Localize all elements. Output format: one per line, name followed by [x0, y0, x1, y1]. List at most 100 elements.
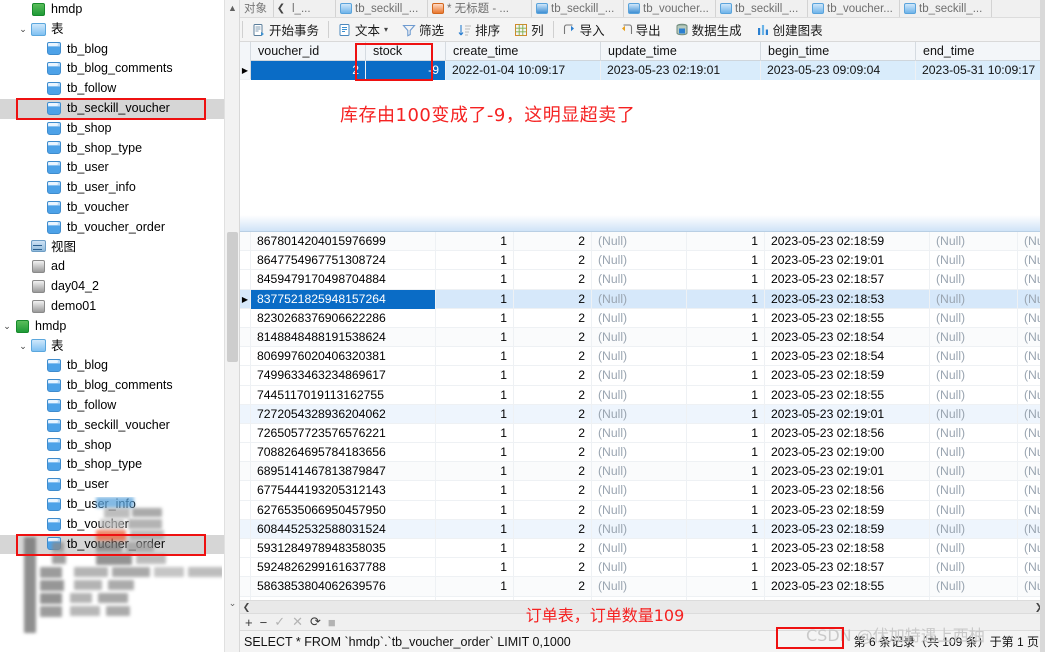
cell-6[interactable]: (Null) [930, 462, 1018, 482]
cell-0[interactable]: 8377521825948157264 [251, 289, 436, 309]
apply-change-button[interactable]: ✓ [274, 614, 285, 630]
sidebar-scroll-thumb[interactable] [227, 232, 238, 362]
cell-5[interactable]: 2023-05-23 02:18:58 [765, 539, 930, 559]
cell-2[interactable]: 2 [514, 347, 592, 367]
table-row[interactable]: 8647754967751308724 1 2 (Null) 1 2023-05-23 0… [240, 251, 1045, 271]
cell-0[interactable]: 8069976020406320381 [251, 347, 436, 367]
tree-item-tb_shop_type[interactable]: tb_shop_type [0, 139, 239, 159]
cell-2[interactable]: 2 [514, 270, 592, 290]
cell-5[interactable]: 2023-05-23 02:19:01 [765, 462, 930, 482]
tab-0[interactable]: l_... [288, 0, 336, 17]
tree-item-tb_shop_type[interactable]: tb_shop_type [0, 455, 239, 475]
tab-7[interactable]: tb_seckill_... [900, 0, 992, 17]
tree-item-[interactable]: ⌄ 表 [0, 20, 239, 40]
editor-tabbar[interactable]: 对象 ❮ l_... tb_seckill_... * 无标题 - ... tb_se… [240, 0, 1045, 18]
cell-2[interactable]: 2 [514, 366, 592, 386]
cell-3[interactable]: (Null) [592, 423, 687, 444]
tree-item-tb_shop[interactable]: tb_shop [0, 436, 239, 456]
cell-4[interactable]: 1 [687, 308, 765, 328]
column-header-begin_time[interactable]: begin_time [761, 42, 916, 61]
cell-1[interactable]: 1 [436, 366, 514, 386]
tree-item-tb_follow[interactable]: tb_follow [0, 79, 239, 99]
cell-3[interactable]: (Null) [592, 500, 687, 520]
tab-5[interactable]: tb_seckill_... [716, 0, 808, 17]
cell-5[interactable]: 2023-05-23 02:18:55 [765, 308, 930, 328]
tab-scroll-left-icon[interactable]: ❮ [274, 3, 288, 14]
tree-item-tb_voucher_order[interactable]: tb_voucher_order [0, 218, 239, 238]
cell-3[interactable]: (Null) [592, 519, 687, 539]
tree-item-tb_blog[interactable]: tb_blog [0, 356, 239, 376]
cell-2[interactable]: 2 [514, 423, 592, 444]
voucher-order-grid-body[interactable]: 8678014204015976699 1 2 (Null) 1 2023-05-23 0… [240, 232, 1045, 600]
database-tree[interactable]: hmdp ⌄ 表 tb_blog tb_blog_comments tb_follow tb… [0, 0, 239, 555]
chevron-down-icon[interactable]: ▾ [384, 25, 388, 34]
tree-item-tb_blog[interactable]: tb_blog [0, 40, 239, 60]
cell-5[interactable]: 2023-05-23 02:18:54 [765, 327, 930, 348]
cell-0[interactable]: 8230268376906622286 [251, 308, 436, 328]
tab-1[interactable]: tb_seckill_... [336, 0, 428, 17]
column-header-update_time[interactable]: update_time [601, 42, 761, 61]
cell-2[interactable]: 2 [514, 404, 592, 424]
cell-3[interactable]: (Null) [592, 289, 687, 309]
cell-0[interactable]: 8647754967751308724 [251, 251, 436, 271]
cell-0[interactable]: 6775444193205312143 [251, 481, 436, 501]
cell-4[interactable]: 1 [687, 577, 765, 597]
cell-1[interactable]: 1 [436, 289, 514, 309]
cell-6[interactable]: (Null) [930, 347, 1018, 367]
tree-item-tb_user[interactable]: tb_user [0, 475, 239, 495]
tab-list[interactable]: l_... tb_seckill_... * 无标题 - ... tb_seckill… [288, 0, 992, 17]
cell-0[interactable]: 7445117019113162755 [251, 385, 436, 405]
tree-item-day04_2[interactable]: day04_2 [0, 277, 239, 297]
cell-voucher_id[interactable]: 2 [251, 61, 366, 81]
tab-object[interactable]: 对象 [240, 0, 274, 17]
tab-3[interactable]: tb_seckill_... [532, 0, 624, 17]
cell-4[interactable]: 1 [687, 232, 765, 252]
column-header-stock[interactable]: stock [366, 42, 446, 61]
cancel-change-button[interactable]: ✕ [292, 614, 303, 630]
cell-2[interactable]: 2 [514, 539, 592, 559]
cell-5[interactable]: 2023-05-23 02:18:54 [765, 347, 930, 367]
table-row[interactable]: 8459479170498704884 1 2 (Null) 1 2023-05-23 0… [240, 270, 1045, 290]
cell-2[interactable]: 2 [514, 232, 592, 252]
cell-6[interactable]: (Null) [930, 385, 1018, 405]
tree-item-hmdp[interactable]: ⌄ hmdp [0, 317, 239, 337]
cell-1[interactable]: 1 [436, 327, 514, 348]
tree-item-[interactable]: ⌄ 表 [0, 337, 239, 357]
cell-2[interactable]: 2 [514, 289, 592, 309]
cell-1[interactable]: 1 [436, 443, 514, 463]
cell-3[interactable]: (Null) [592, 481, 687, 501]
cell-0[interactable]: 7499633463234869617 [251, 366, 436, 386]
cell-6[interactable]: (Null) [930, 308, 1018, 328]
cell-3[interactable]: (Null) [592, 232, 687, 252]
cell-4[interactable]: 1 [687, 539, 765, 559]
table-row[interactable]: 8148848488191538624 1 2 (Null) 1 2023-05-23 0… [240, 327, 1045, 348]
cell-5[interactable]: 2023-05-23 02:18:59 [765, 232, 930, 252]
column-header-end_time[interactable]: end_time [916, 42, 1045, 61]
cell-1[interactable]: 1 [436, 539, 514, 559]
cell-5[interactable]: 2023-05-23 02:19:00 [765, 443, 930, 463]
cell-4[interactable]: 1 [687, 423, 765, 444]
column-header-create_time[interactable]: create_time [446, 42, 601, 61]
cell-5[interactable]: 2023-05-23 02:18:56 [765, 481, 930, 501]
seckill-voucher-grid[interactable]: voucher_id stock create_time update_time beg… [240, 42, 1045, 90]
cell-5[interactable]: 2023-05-23 02:18:56 [765, 423, 930, 444]
cell-3[interactable]: (Null) [592, 251, 687, 271]
cell-6[interactable]: (Null) [930, 327, 1018, 348]
cell-3[interactable]: (Null) [592, 327, 687, 348]
table-row[interactable]: 8230268376906622286 1 2 (Null) 1 2023-05-23 0… [240, 308, 1045, 328]
cell-5[interactable]: 2023-05-23 02:19:01 [765, 404, 930, 424]
cell-6[interactable]: (Null) [930, 558, 1018, 578]
add-record-button[interactable]: + [245, 615, 253, 630]
table-row[interactable]: ▶ 8377521825948157264 1 2 (Null) 1 2023-05-23 … [240, 289, 1045, 309]
cell-6[interactable]: (Null) [930, 443, 1018, 463]
cell-3[interactable]: (Null) [592, 385, 687, 405]
cell-stock[interactable]: -9 [366, 61, 446, 81]
cell-update_time[interactable]: 2023-05-23 02:19:01 [601, 61, 761, 81]
table-row[interactable]: 7265057723576576221 1 2 (Null) 1 2023-05-23 0… [240, 423, 1045, 444]
cell-0[interactable]: 7265057723576576221 [251, 423, 436, 444]
tab-6[interactable]: tb_voucher... [808, 0, 900, 17]
table-row[interactable]: 7445117019113162755 1 2 (Null) 1 2023-05-23 0… [240, 385, 1045, 405]
cell-2[interactable]: 2 [514, 308, 592, 328]
table-row[interactable]: 7088264695784183656 1 2 (Null) 1 2023-05-23 0… [240, 443, 1045, 463]
cell-1[interactable]: 1 [436, 232, 514, 252]
